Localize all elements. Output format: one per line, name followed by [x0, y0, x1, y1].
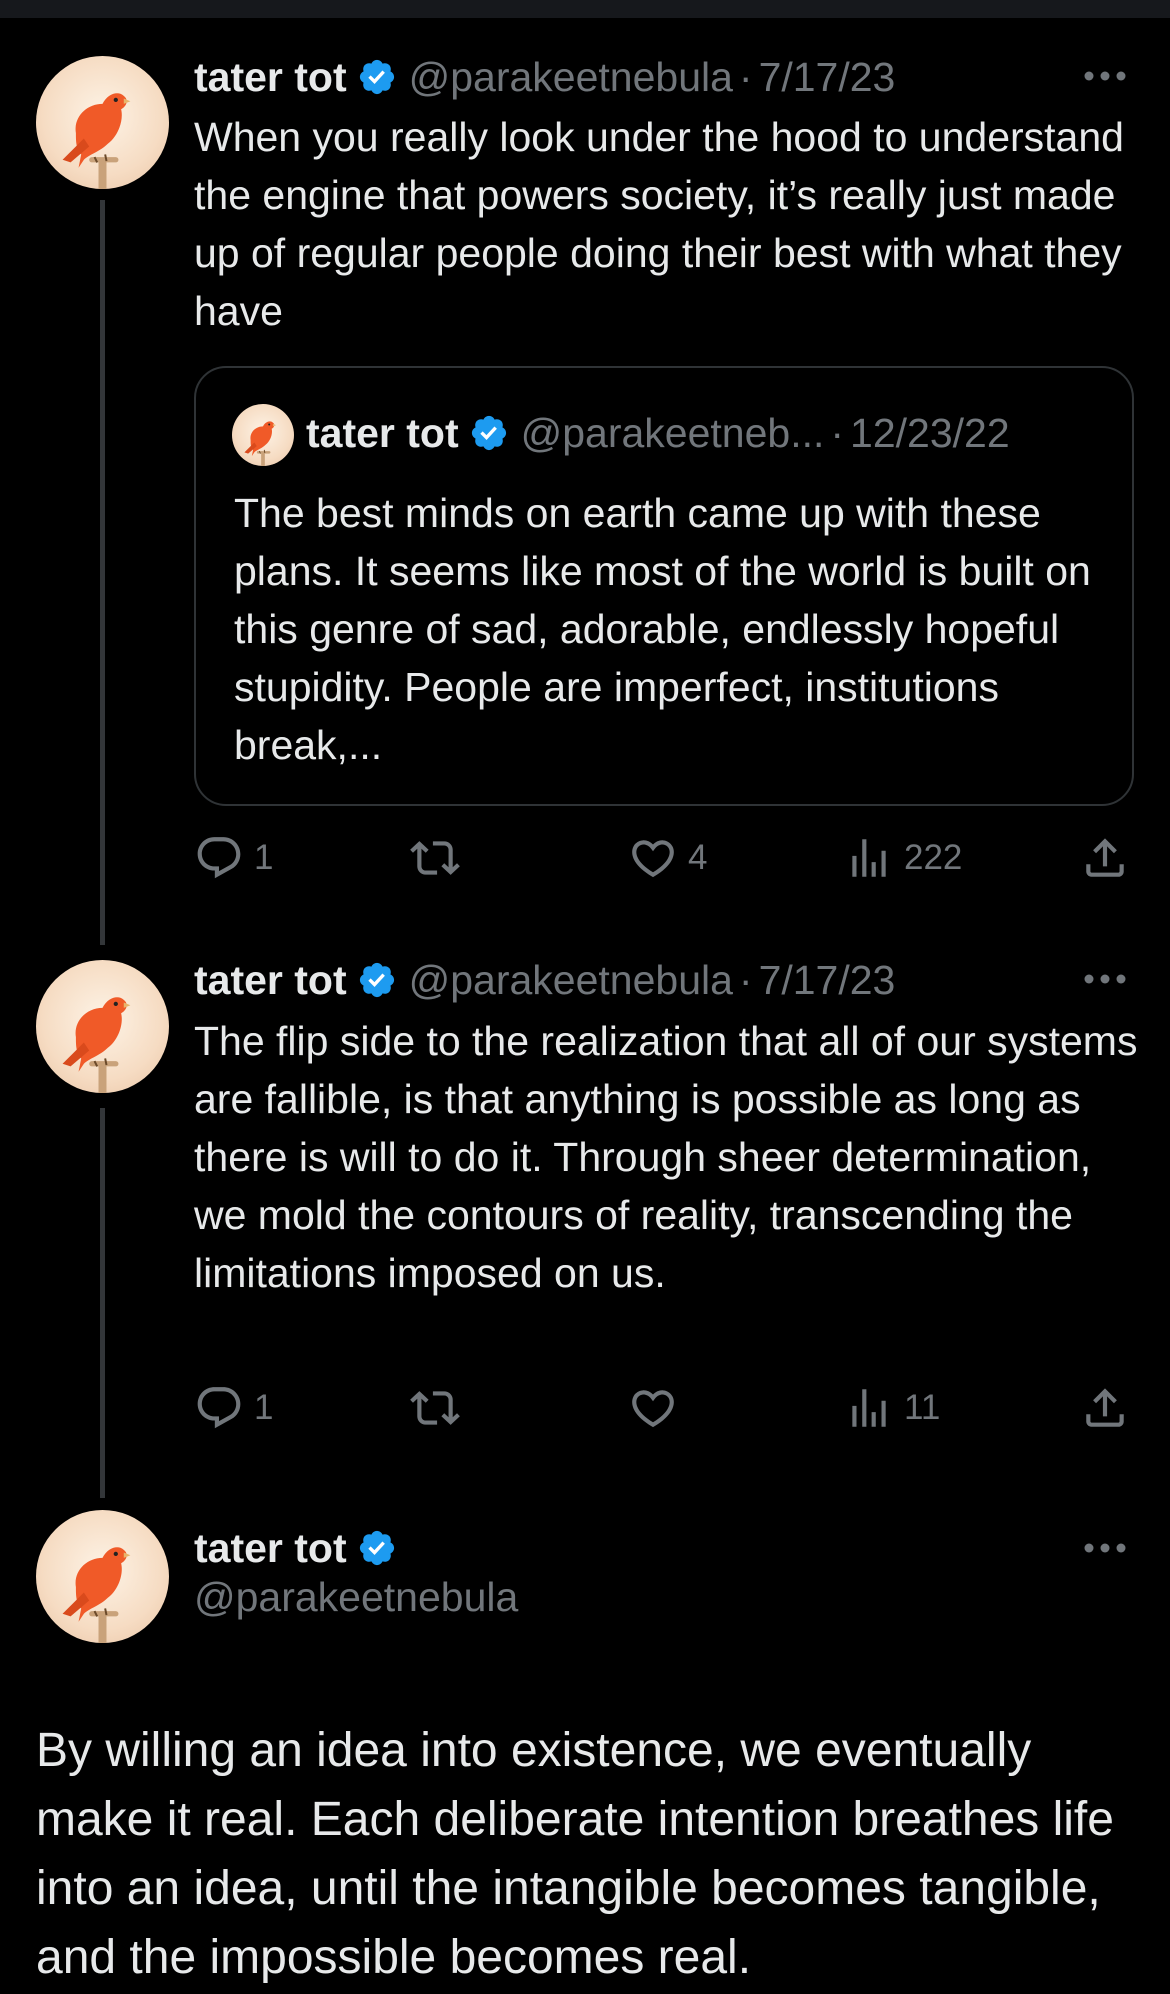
avatar[interactable]	[36, 1510, 169, 1643]
tweet-date[interactable]: 7/17/23	[759, 957, 896, 1004]
tweet-date: 12/23/22	[850, 409, 1010, 456]
main-tweet-header: tater tot	[194, 1520, 397, 1576]
tweet-text: When you really look under the hood to u…	[194, 114, 1124, 334]
author-name: tater tot	[306, 409, 459, 456]
verified-badge-icon	[357, 57, 397, 97]
share-button[interactable]	[1080, 1378, 1130, 1438]
reply-icon	[194, 1383, 244, 1433]
avatar[interactable]	[36, 56, 169, 189]
author-handle: @parakeetneb...	[520, 409, 825, 456]
share-icon	[1080, 833, 1130, 883]
reply-icon	[194, 833, 244, 883]
more-icon[interactable]	[1082, 69, 1128, 83]
like-button[interactable]	[628, 1378, 688, 1438]
repost-button[interactable]	[410, 1378, 470, 1438]
verified-badge-icon	[357, 960, 397, 1000]
top-bar	[0, 0, 1170, 18]
tweet-actions: 1 11	[194, 1378, 1134, 1438]
main-tweet-text: By willing an idea into existence, we ev…	[36, 1724, 1114, 1984]
separator-dot: ·	[738, 956, 753, 1003]
separator-dot: ·	[830, 409, 845, 456]
more-icon[interactable]	[1082, 1541, 1128, 1555]
author-handle[interactable]: @parakeetnebula	[409, 957, 733, 1004]
views-count: 222	[904, 838, 963, 877]
verified-badge-icon	[357, 1528, 397, 1568]
author-name[interactable]: tater tot	[194, 957, 347, 1004]
views-count: 11	[904, 1388, 941, 1427]
tweet-header: tater tot @parakeetnebula · 7/17/23	[194, 52, 895, 102]
tweet-text: The flip side to the realization that al…	[194, 1018, 1138, 1296]
quoted-tweet[interactable]: tater tot @parakeetneb... · 12/23/22 The…	[194, 366, 1134, 806]
reply-button[interactable]: 1	[194, 1378, 273, 1438]
author-name[interactable]: tater tot	[194, 54, 347, 101]
quoted-tweet-text: The best minds on earth came up with the…	[234, 490, 1091, 768]
repost-button[interactable]	[410, 828, 470, 888]
reply-count: 1	[254, 1388, 274, 1427]
like-icon	[628, 1383, 678, 1433]
avatar	[232, 404, 294, 466]
views-icon	[844, 833, 894, 883]
like-button[interactable]: 4	[628, 828, 707, 888]
thread-line	[100, 1108, 105, 1498]
repost-icon	[410, 833, 460, 883]
like-count: 4	[688, 838, 708, 877]
reply-button[interactable]: 1	[194, 828, 273, 888]
author-name[interactable]: tater tot	[194, 1525, 347, 1572]
author-handle[interactable]: @parakeetnebula	[194, 1574, 518, 1621]
separator-dot: ·	[738, 53, 753, 100]
tweet-header: tater tot @parakeetnebula · 7/17/23	[194, 955, 895, 1005]
tweet-date[interactable]: 7/17/23	[759, 54, 896, 101]
views-button[interactable]: 222	[844, 828, 962, 888]
views-icon	[844, 1383, 894, 1433]
verified-badge-icon	[469, 413, 509, 453]
quoted-tweet-header: tater tot @parakeetneb... · 12/23/22	[306, 408, 1010, 458]
views-button[interactable]: 11	[844, 1378, 940, 1438]
share-button[interactable]	[1080, 828, 1130, 888]
avatar[interactable]	[36, 960, 169, 1093]
tweet-actions: 1 4 222	[194, 828, 1134, 888]
thread-line	[100, 200, 105, 945]
repost-icon	[410, 1383, 460, 1433]
share-icon	[1080, 1383, 1130, 1433]
reply-count: 1	[254, 838, 274, 877]
like-icon	[628, 833, 678, 883]
more-icon[interactable]	[1082, 972, 1128, 986]
author-handle[interactable]: @parakeetnebula	[409, 54, 733, 101]
